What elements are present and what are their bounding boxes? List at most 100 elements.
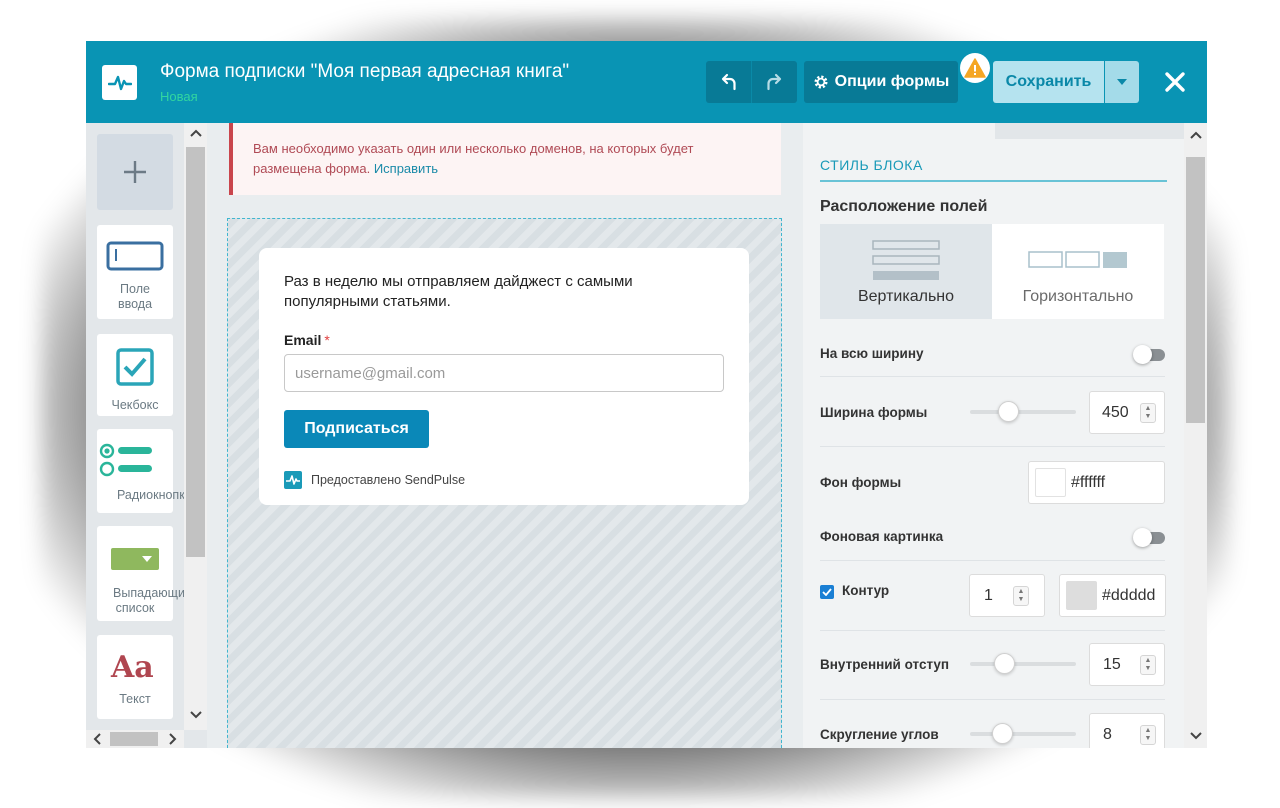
close-button[interactable] [1158,65,1192,99]
form-editor-window: Форма подписки "Моя первая адресная книг… [86,41,1207,748]
palette-item-checkbox[interactable]: Чекбокс [97,334,173,416]
fix-link[interactable]: Исправить [374,161,438,176]
divider [820,630,1165,631]
border-color-picker[interactable]: #ddddd [1059,574,1166,617]
palette-item-dropdown[interactable]: Выпадающий список [97,526,192,621]
panel-tabs [803,123,1184,139]
padding-row: Внутренний отступ 15 ▲ ▼ [820,643,1165,688]
domain-warning-alert: Вам необходимо указать один или нескольк… [229,123,781,195]
palette-scroll-thumb[interactable] [186,147,205,557]
gear-icon [814,75,828,89]
svg-text:Aa: Aa [110,650,154,682]
close-icon [1165,72,1185,92]
checkbox-icon [116,348,154,386]
form-bg-row: Фон формы #ffffff [820,461,1165,506]
palette-item-label: список [115,601,155,615]
add-element-button[interactable] [97,134,173,210]
input-field-icon [106,241,164,271]
divider [820,376,1165,377]
undo-button[interactable] [706,61,751,103]
color-swatch[interactable] [1035,468,1066,497]
bg-image-toggle[interactable] [1133,528,1165,547]
form-options-label: Опции формы [834,73,950,90]
horizontal-scroll-thumb[interactable] [110,732,158,746]
plus-icon [124,161,146,183]
padding-stepper[interactable]: 15 ▲ ▼ [1089,643,1165,686]
redo-icon [767,73,782,91]
sendpulse-mini-logo-icon [284,471,302,489]
subscription-form-preview[interactable]: Раз в неделю мы отправляем дайджест с са… [259,248,749,505]
divider [820,699,1165,700]
full-width-toggle[interactable] [1133,345,1165,364]
section-underline [820,180,1167,182]
field-layout-label: Расположение полей [820,198,988,215]
border-width-stepper[interactable]: 1 ▲ ▼ [969,574,1045,617]
color-swatch[interactable] [1066,581,1097,610]
palette-scrollbar[interactable] [184,123,207,730]
form-width-slider-knob[interactable] [998,401,1019,422]
email-input[interactable] [284,354,724,392]
history-controls [706,61,797,103]
powered-by: Предоставлено SendPulse [284,471,465,489]
scroll-up-icon[interactable] [1187,127,1204,143]
scroll-down-icon[interactable] [1187,728,1204,744]
form-description: Раз в неделю мы отправляем дайджест с са… [284,273,633,310]
form-bg-hex: #ffffff [1071,474,1106,491]
layout-horizontal-icon [1028,238,1128,282]
scroll-down-icon[interactable] [187,707,204,723]
style-settings-panel: СТИЛЬ БЛОКА Расположение полей Вертикаль… [803,123,1184,748]
scroll-left-icon[interactable] [90,732,104,746]
field-layout-selector: Вертикально Горизонтально [820,224,1165,319]
form-width-label: Ширина формы [820,405,928,420]
form-width-slider[interactable] [970,401,1076,422]
padding-slider-knob[interactable] [994,653,1015,674]
required-mark: * [324,332,330,348]
palette-item-label: Поле [120,282,150,296]
check-icon [822,588,832,596]
palette-item-radio[interactable]: Радиокнопки [97,429,192,513]
palette-horizontal-scrollbar[interactable] [86,730,184,748]
palette-item-label: Чекбокс [111,398,159,412]
padding-slider[interactable] [970,653,1076,674]
radius-slider[interactable] [970,723,1076,744]
radius-slider-knob[interactable] [992,723,1013,744]
padding-value: 15 [1103,656,1121,673]
radius-stepper[interactable]: 8 ▲ ▼ [1089,713,1165,748]
palette-item-label: ввода [117,297,153,311]
palette-item-text[interactable]: Aa Текст [97,635,173,719]
scroll-right-icon[interactable] [166,732,180,746]
panel-scrollbar[interactable] [1184,123,1207,748]
stepper-arrows-icon[interactable]: ▲ ▼ [1013,586,1029,606]
layout-vertical-option[interactable]: Вертикально [820,224,992,319]
email-label: Email * [284,332,330,348]
full-width-label: На всю ширину [820,346,924,361]
border-color-hex: #ddddd [1102,587,1156,604]
subscribe-button[interactable]: Подписаться [284,410,429,448]
sendpulse-logo-icon [102,65,137,100]
panel-tab-active[interactable] [803,123,995,139]
stepper-arrows-icon[interactable]: ▲ ▼ [1140,403,1156,423]
form-bg-color-picker[interactable]: #ffffff [1028,461,1165,504]
layout-horizontal-option[interactable]: Горизонтально [992,224,1164,319]
border-checkbox[interactable] [820,585,834,599]
palette-item-input[interactable]: Поле ввода [97,225,173,319]
form-options-button[interactable]: Опции формы [804,61,958,103]
panel-tab-inactive[interactable] [995,123,1184,139]
redo-button[interactable] [751,61,796,103]
border-width-value: 1 [984,587,993,604]
form-bg-label: Фон формы [820,475,902,490]
panel-scroll-thumb[interactable] [1186,157,1205,423]
padding-label: Внутренний отступ [820,657,950,672]
form-status: Новая [160,89,198,104]
scroll-up-icon[interactable] [187,125,204,141]
dropdown-icon [111,548,159,570]
stepper-arrows-icon[interactable]: ▲ ▼ [1140,655,1156,675]
palette-item-label: Выпадающий [113,586,192,600]
save-options-dropdown[interactable] [1105,61,1139,103]
palette-item-label: Текст [119,692,151,706]
warning-icon[interactable] [960,53,990,83]
layout-vertical-icon [872,238,940,282]
stepper-arrows-icon[interactable]: ▲ ▼ [1140,725,1156,745]
form-width-stepper[interactable]: 450 ▲ ▼ [1089,391,1165,434]
save-button[interactable]: Сохранить [993,61,1104,103]
